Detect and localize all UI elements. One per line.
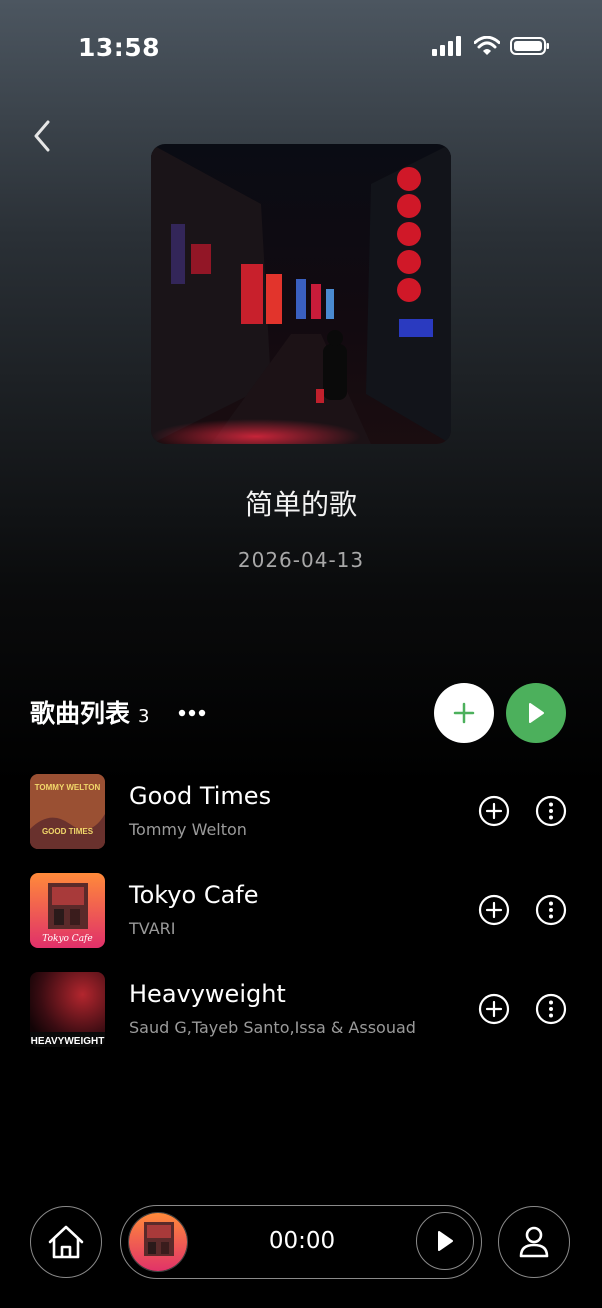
more-vertical-icon[interactable] xyxy=(535,993,567,1025)
album-date: 2026-04-13 xyxy=(237,548,365,572)
play-icon xyxy=(529,703,544,723)
song-artist: Saud G,Tayeb Santo,Issa & Assouad xyxy=(129,1018,416,1037)
status-icons xyxy=(432,36,550,56)
mini-player[interactable]: 00:00 xyxy=(120,1205,482,1279)
song-artwork: Tokyo Cafe xyxy=(30,873,105,948)
home-button[interactable] xyxy=(30,1206,102,1278)
back-button[interactable] xyxy=(28,116,60,156)
add-circle-icon[interactable] xyxy=(478,795,510,827)
wifi-icon xyxy=(474,36,500,55)
song-artist: TVARI xyxy=(129,919,176,938)
song-row[interactable]: HEAVYWEIGHT Heavyweight Saud G,Tayeb San… xyxy=(0,972,602,1052)
song-list-title: 歌曲列表 xyxy=(30,699,131,728)
add-circle-icon[interactable] xyxy=(478,894,510,926)
art-text-bottom: Tokyo Cafe xyxy=(42,934,92,944)
song-title: Tokyo Cafe xyxy=(129,881,259,909)
status-time: 13:58 xyxy=(78,33,161,62)
more-vertical-icon[interactable] xyxy=(535,795,567,827)
home-icon xyxy=(48,1225,84,1259)
mini-play-button[interactable] xyxy=(416,1212,474,1270)
song-title: Good Times xyxy=(129,782,272,810)
song-row[interactable]: TOMMY WELTON GOOD TIMES Good Times Tommy… xyxy=(0,774,602,854)
play-icon xyxy=(438,1231,453,1251)
song-artwork: HEAVYWEIGHT xyxy=(30,972,105,1047)
add-all-button[interactable] xyxy=(434,683,494,743)
play-all-button[interactable] xyxy=(506,683,566,743)
profile-button[interactable] xyxy=(498,1206,570,1278)
more-vertical-icon[interactable] xyxy=(535,894,567,926)
more-horizontal-icon[interactable] xyxy=(178,708,206,718)
album-detail-screen: 13:58 简单的歌 2026-04-13 歌曲列表 3 TOMMY WELTO… xyxy=(0,0,602,1308)
song-artist: Tommy Welton xyxy=(129,820,247,839)
song-row[interactable]: Tokyo Cafe Tokyo Cafe TVARI xyxy=(0,873,602,953)
song-title: Heavyweight xyxy=(129,980,286,1008)
art-text-bottom: GOOD TIMES xyxy=(42,827,94,836)
song-artwork: TOMMY WELTON GOOD TIMES xyxy=(30,774,105,849)
battery-icon xyxy=(510,37,549,55)
album-title: 简单的歌 xyxy=(244,488,357,521)
plus-icon xyxy=(453,702,475,724)
song-count: 3 xyxy=(138,706,150,727)
album-cover xyxy=(151,144,451,444)
art-text-bottom: HEAVYWEIGHT xyxy=(31,1036,105,1047)
add-circle-icon[interactable] xyxy=(478,993,510,1025)
night-street-cover-image xyxy=(151,144,451,444)
user-icon xyxy=(519,1226,549,1258)
art-text-top: TOMMY WELTON xyxy=(35,783,101,792)
song-list-header: 歌曲列表 3 xyxy=(30,694,149,730)
signal-icon xyxy=(432,36,461,56)
